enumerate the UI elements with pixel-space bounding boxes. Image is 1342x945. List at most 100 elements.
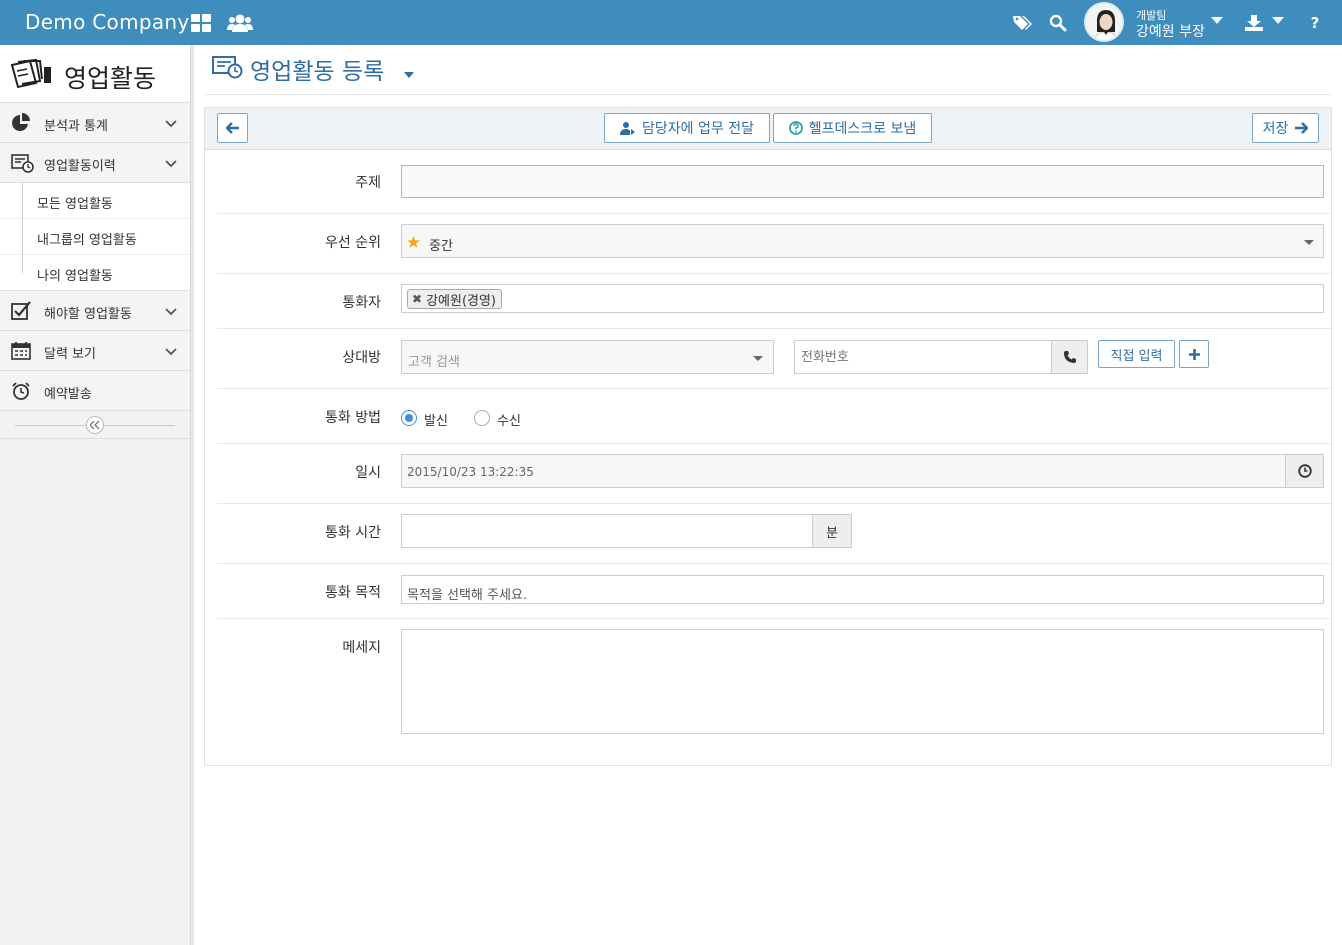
chevron-down-icon	[165, 157, 179, 168]
remove-tag-icon[interactable]: ✖	[412, 292, 422, 306]
chevron-down-icon	[165, 305, 179, 316]
outgoing-label[interactable]: 발신	[424, 410, 448, 429]
message-textarea[interactable]	[401, 629, 1324, 734]
help-icon[interactable]: ?	[1304, 12, 1326, 34]
double-chevron-left-icon	[90, 421, 100, 429]
collapse-sidebar-button[interactable]	[86, 416, 104, 434]
download-menu-caret-icon[interactable]	[1271, 14, 1285, 28]
sidebar-title: 영업활동	[64, 64, 157, 93]
sidebar-subitem-all-activities[interactable]: 모든 영업활동	[0, 183, 190, 219]
call-purpose-select[interactable]: 목적을 선택해 주세요.	[401, 575, 1324, 604]
sidebar-subitem-my-activities[interactable]: 나의 영업활동	[0, 255, 190, 291]
sidebar-item-label: 예약발송	[44, 387, 92, 402]
history-list-icon	[212, 55, 244, 79]
star-icon	[407, 236, 420, 248]
datetime-value: 2015/10/23 13:22:35	[407, 465, 534, 479]
datetime-input[interactable]: 2015/10/23 13:22:35	[401, 454, 1286, 488]
tag-icon[interactable]	[1012, 12, 1034, 34]
divider	[217, 443, 1331, 444]
sidebar-item-history[interactable]: 영업활동이력	[0, 143, 190, 183]
sidebar-item-scheduled-send[interactable]: 예약발송	[0, 371, 190, 411]
sidebar-subitem-label: 모든 영업활동	[37, 197, 113, 212]
datetime-picker-button[interactable]	[1285, 454, 1324, 488]
call-purpose-placeholder: 목적을 선택해 주세요.	[407, 588, 528, 603]
priority-label: 우선 순위	[325, 235, 381, 251]
phone-input[interactable]	[794, 340, 1052, 374]
caret-down-icon	[753, 356, 763, 361]
apps-grid-icon[interactable]	[190, 12, 212, 34]
sidebar-collapse-bar	[0, 411, 190, 439]
customer-search-select[interactable]: 고객 검색	[401, 340, 774, 374]
brand-name[interactable]: Demo Company	[25, 10, 190, 34]
page-title[interactable]: 영업활동 등록	[250, 52, 384, 86]
clock-icon	[1297, 464, 1312, 478]
sidebar-subitem-group-activities[interactable]: 내그룹의 영업활동	[0, 219, 190, 255]
chevron-down-icon	[165, 345, 179, 356]
customer-search-placeholder: 고객 검색	[408, 355, 460, 370]
alarm-clock-icon	[11, 381, 33, 401]
sidebar-item-calendar[interactable]: 달력 보기	[0, 331, 190, 371]
checkbox-icon	[11, 301, 33, 321]
user-forward-icon	[620, 122, 636, 135]
pie-chart-icon	[11, 113, 33, 133]
tree-line	[22, 219, 23, 255]
outgoing-radio[interactable]	[401, 410, 417, 426]
subject-input[interactable]	[401, 165, 1324, 198]
phone-icon	[1063, 351, 1076, 363]
back-button[interactable]	[217, 113, 248, 143]
tree-line	[22, 255, 23, 273]
users-icon[interactable]	[227, 12, 253, 34]
helpdesk-label: 헬프데스크로 보냄	[808, 121, 917, 137]
user-avatar[interactable]	[1084, 2, 1124, 42]
priority-value: 중간	[429, 239, 453, 254]
caller-tag-label: 강예원(경영)	[426, 293, 497, 309]
sidebar-subitem-label: 내그룹의 영업활동	[37, 233, 137, 248]
divider	[217, 618, 1331, 619]
divider	[217, 328, 1331, 329]
divider	[217, 273, 1331, 274]
question-bubble-icon	[788, 121, 803, 135]
calendar-icon	[11, 341, 33, 361]
form-toolbar: 담당자에 업무 전달 헬프데스크로 보냄 저장	[205, 108, 1331, 150]
user-name[interactable]: 강예원 부장	[1136, 21, 1205, 41]
message-label: 메세지	[342, 640, 381, 656]
sidebar-item-todo[interactable]: 해야할 영업활동	[0, 291, 190, 331]
divider	[217, 563, 1331, 564]
sidebar-header: 영업활동	[0, 45, 190, 103]
incoming-label[interactable]: 수신	[497, 410, 521, 429]
divider	[217, 213, 1331, 214]
sidebar-edge	[191, 45, 194, 945]
caret-down-icon[interactable]	[404, 67, 414, 78]
tree-line	[22, 183, 23, 219]
incoming-radio[interactable]	[474, 410, 490, 426]
duration-unit: 분	[812, 514, 852, 548]
divider	[205, 94, 1331, 95]
forward-to-assignee-button[interactable]: 담당자에 업무 전달	[604, 113, 770, 143]
form-panel: 담당자에 업무 전달 헬프데스크로 보냄 저장 주제 우선 순위 중간 통화자 …	[204, 107, 1332, 766]
caller-tag-input[interactable]: ✖ 강예원(경영)	[401, 284, 1324, 313]
datetime-label: 일시	[355, 465, 381, 481]
search-icon[interactable]	[1047, 12, 1069, 34]
download-icon[interactable]	[1243, 12, 1265, 34]
sidebar-item-label: 영업활동이력	[44, 159, 116, 174]
arrow-right-icon	[1295, 122, 1309, 134]
sidebar: 영업활동 분석과 통계 영업활동이력 모든 영업활동 내그룹의 영업활동 나의 …	[0, 45, 191, 945]
plus-icon	[1188, 348, 1200, 360]
arrow-left-icon	[225, 122, 239, 134]
caret-down-icon	[1304, 240, 1314, 245]
phone-call-button[interactable]	[1051, 340, 1088, 374]
call-duration-label: 통화 시간	[325, 525, 381, 541]
priority-select[interactable]: 중간	[401, 224, 1324, 258]
divider	[217, 388, 1331, 389]
save-button[interactable]: 저장	[1252, 113, 1319, 143]
add-contact-button[interactable]	[1179, 340, 1209, 368]
user-menu-caret-icon[interactable]	[1210, 14, 1224, 28]
subject-label: 주제	[355, 175, 381, 191]
direct-input-button[interactable]: 직접 입력	[1098, 340, 1175, 368]
history-list-icon	[11, 153, 34, 173]
send-to-helpdesk-button[interactable]: 헬프데스크로 보냄	[773, 113, 932, 143]
sidebar-subitem-label: 나의 영업활동	[37, 269, 113, 284]
call-duration-input[interactable]	[401, 514, 813, 548]
save-label: 저장	[1262, 121, 1289, 137]
sidebar-item-analytics[interactable]: 분석과 통계	[0, 103, 190, 143]
